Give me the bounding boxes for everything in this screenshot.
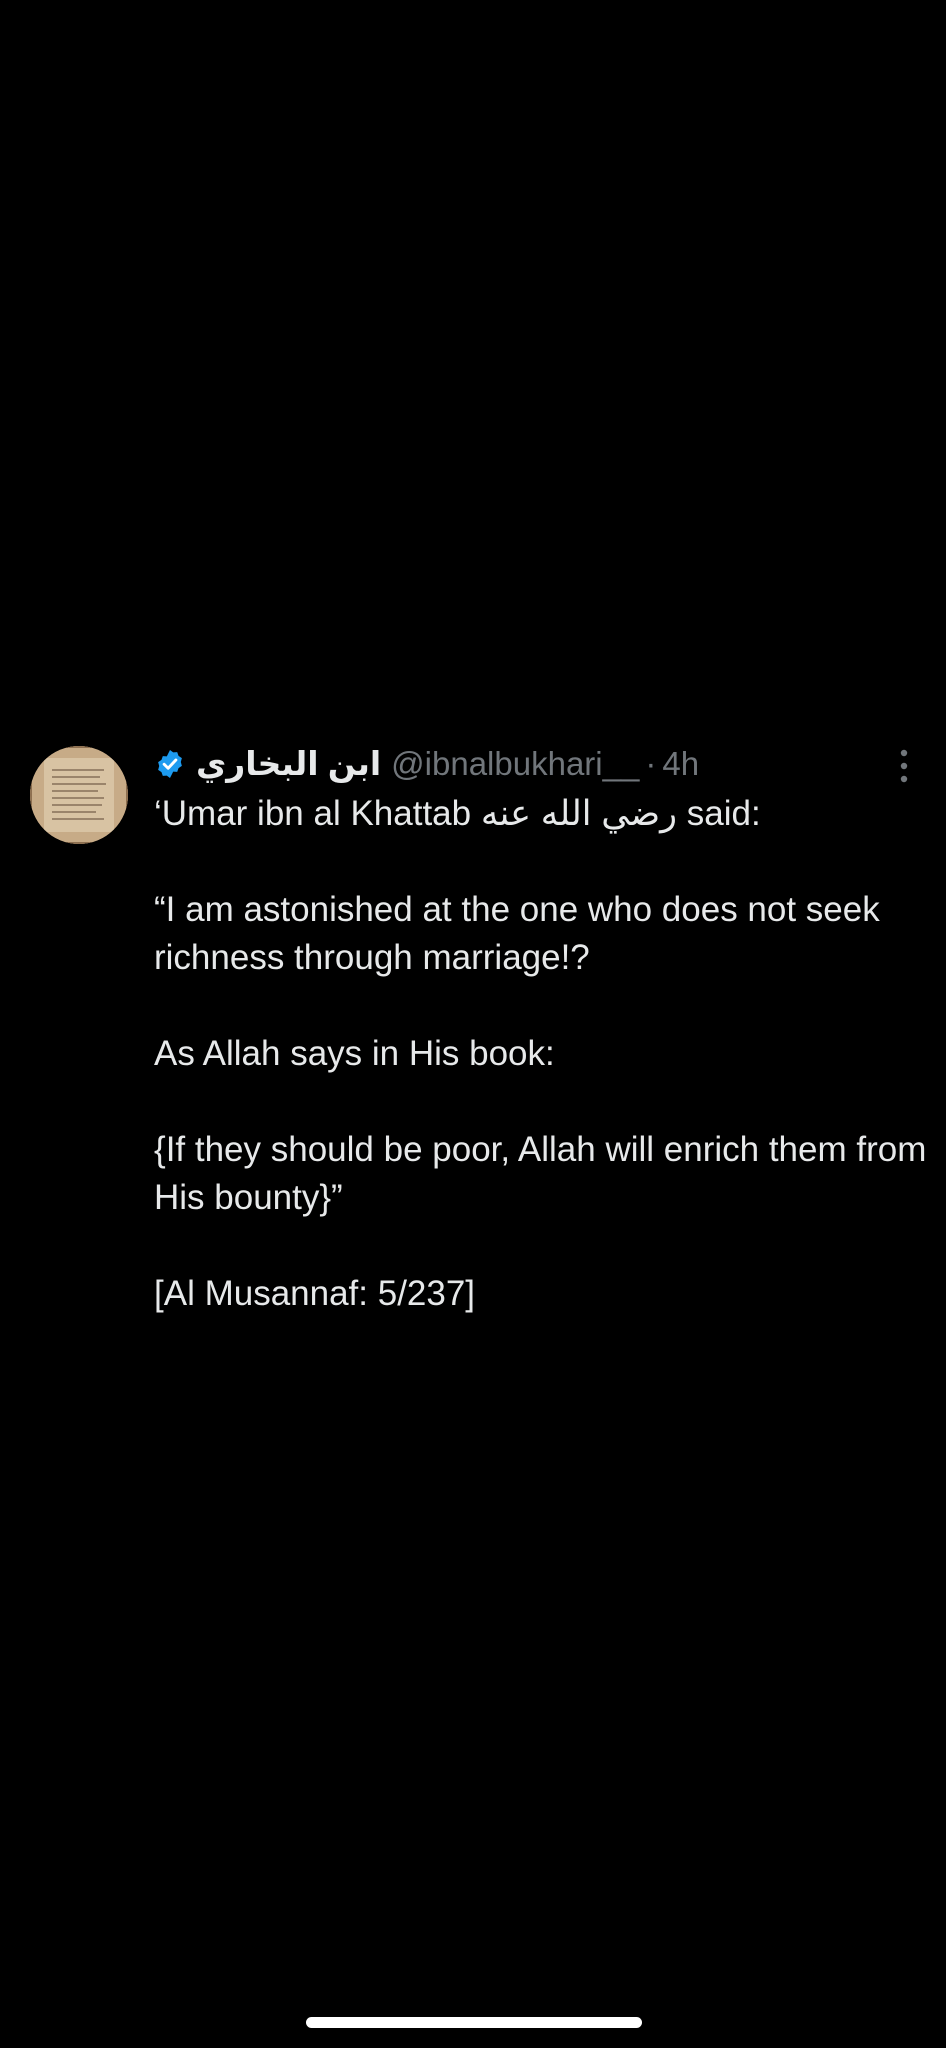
arabic-honorific: رضي الله عنه <box>480 794 678 833</box>
display-name[interactable]: ابن البخاري <box>196 740 381 788</box>
tweet-paragraph-1: ‘Umar ibn al Khattab رضي الله عنه said: <box>154 790 930 838</box>
timestamp[interactable]: 4h <box>662 740 699 788</box>
tweet-content: ابن البخاري @ibnalbukhari__ · 4h ‘Umar i… <box>154 740 930 1318</box>
tweet-text: ‘Umar ibn al Khattab رضي الله عنه said: … <box>154 790 930 1318</box>
tweet-header: ابن البخاري @ibnalbukhari__ · 4h <box>154 740 930 788</box>
tweet-paragraph-3: As Allah says in His book: <box>154 1034 555 1073</box>
tweet-paragraph-2: “I am astonished at the one who does not… <box>154 890 880 977</box>
text-prefix: ‘Umar ibn al Khattab <box>154 794 481 833</box>
separator-dot: · <box>645 745 657 782</box>
avatar[interactable] <box>30 746 128 844</box>
more-options-icon[interactable] <box>898 748 910 784</box>
home-indicator[interactable] <box>306 2017 642 2028</box>
text-suffix: said: <box>677 794 761 833</box>
manuscript-image-icon <box>30 746 128 844</box>
tweet-paragraph-5: [Al Musannaf: 5/237] <box>154 1274 476 1313</box>
user-handle[interactable]: @ibnalbukhari__ <box>391 740 639 788</box>
tweet-paragraph-4: {If they should be poor, Allah will enri… <box>154 1130 927 1217</box>
verified-badge-icon <box>158 750 182 778</box>
